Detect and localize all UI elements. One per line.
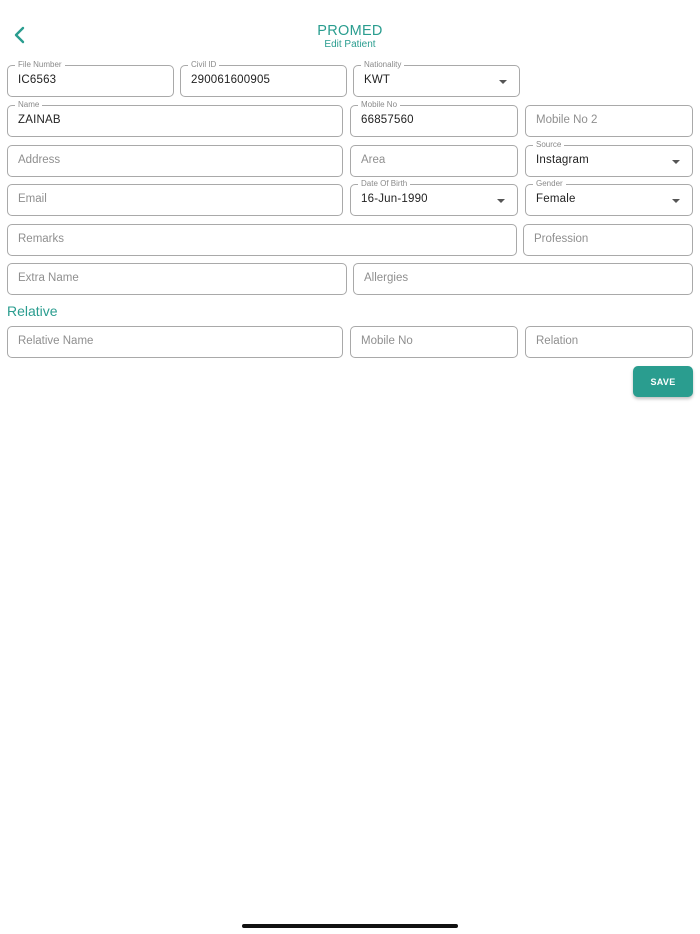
file-number-field[interactable]: File Number IC6563 [7,60,174,97]
gender-label: Gender [533,179,566,189]
address-placeholder: Address [18,154,61,166]
gender-select[interactable]: Gender Female [525,179,693,216]
relative-mobile-no-field[interactable]: Mobile No [350,326,518,358]
allergies-field[interactable]: Allergies [353,263,693,295]
email-field[interactable]: Email [7,184,343,216]
source-select[interactable]: Source Instagram [525,140,693,177]
area-placeholder: Area [361,154,386,166]
address-field[interactable]: Address [7,145,343,177]
source-value: Instagram [536,154,589,166]
file-number-label: File Number [15,60,65,70]
civil-id-label: Civil ID [188,60,220,70]
relative-section-title: Relative [7,303,58,319]
date-of-birth-value: 16-Jun-1990 [361,193,428,205]
mobile-no-2-field[interactable]: Mobile No 2 [525,105,693,137]
extra-name-field[interactable]: Extra Name [7,263,347,295]
allergies-placeholder: Allergies [364,272,409,284]
save-button[interactable]: SAVE [633,366,693,397]
email-placeholder: Email [18,193,47,205]
nationality-select[interactable]: Nationality KWT [353,60,520,97]
remarks-placeholder: Remarks [18,233,65,245]
mobile-no-value: 66857560 [361,114,414,126]
nationality-label: Nationality [361,60,405,70]
name-field[interactable]: Name ZAINAB [7,100,343,137]
civil-id-value: 290061600905 [191,74,271,86]
relative-mobile-no-placeholder: Mobile No [361,335,413,347]
area-field[interactable]: Area [350,145,518,177]
nationality-value: KWT [364,74,391,86]
mobile-no-label: Mobile No [358,100,401,110]
name-value: ZAINAB [18,114,61,126]
remarks-field[interactable]: Remarks [7,224,517,256]
gender-value: Female [536,193,576,205]
extra-name-placeholder: Extra Name [18,272,79,284]
mobile-no-field[interactable]: Mobile No 66857560 [350,100,518,137]
date-of-birth-label: Date Of Birth [358,179,411,189]
relative-name-placeholder: Relative Name [18,335,94,347]
name-label: Name [15,100,43,110]
civil-id-field[interactable]: Civil ID 290061600905 [180,60,347,97]
dropdown-arrow-icon [499,80,507,84]
date-of-birth-select[interactable]: Date Of Birth 16-Jun-1990 [350,179,518,216]
home-indicator [242,924,458,928]
profession-field[interactable]: Profession [523,224,693,256]
app-title: PROMED [317,23,383,39]
dropdown-arrow-icon [672,160,680,164]
relation-placeholder: Relation [536,335,579,347]
dropdown-arrow-icon [672,199,680,203]
file-number-value: IC6563 [18,74,57,86]
header: PROMED Edit Patient [0,0,700,56]
relation-field[interactable]: Relation [525,326,693,358]
source-label: Source [533,140,565,150]
relative-name-field[interactable]: Relative Name [7,326,343,358]
page-subtitle: Edit Patient [324,39,376,50]
mobile-no-2-placeholder: Mobile No 2 [536,114,598,126]
dropdown-arrow-icon [497,199,505,203]
profession-placeholder: Profession [534,233,589,245]
